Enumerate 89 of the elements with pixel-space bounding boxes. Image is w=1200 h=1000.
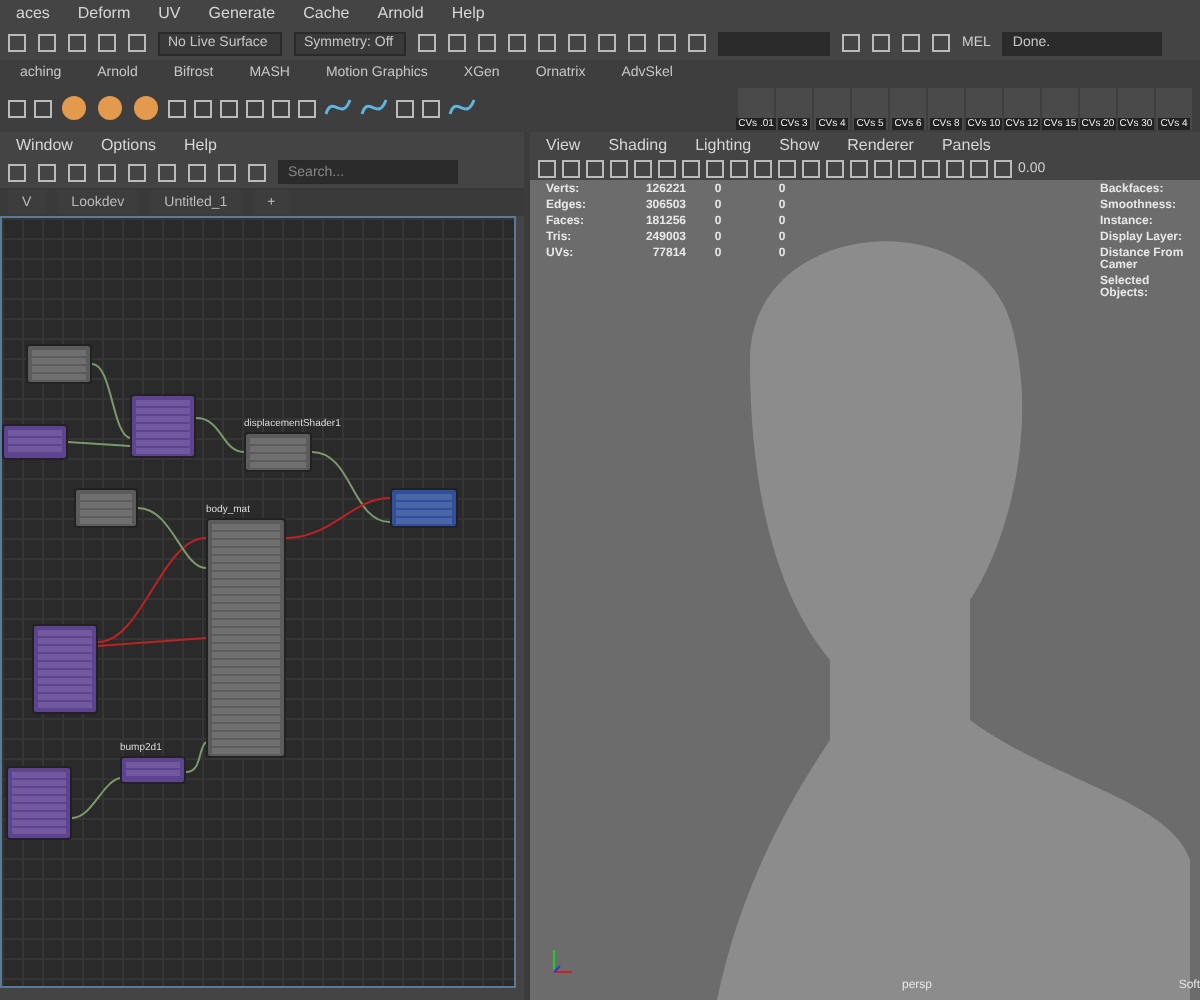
square-icon[interactable] xyxy=(508,34,526,52)
menu-item[interactable]: Shading xyxy=(600,135,676,153)
menu-item[interactable]: Window xyxy=(8,135,81,153)
square-icon[interactable] xyxy=(902,34,920,52)
square-icon[interactable] xyxy=(598,34,616,52)
square-icon[interactable] xyxy=(38,163,56,181)
square-icon[interactable] xyxy=(298,99,316,117)
square-icon[interactable] xyxy=(422,99,440,117)
square-icon[interactable] xyxy=(8,163,26,181)
square-icon[interactable] xyxy=(826,159,844,177)
square-icon[interactable] xyxy=(850,159,868,177)
menu-item[interactable]: Show xyxy=(771,135,828,153)
square-icon[interactable] xyxy=(194,99,212,117)
shader-node[interactable] xyxy=(26,344,92,384)
sphere-icon[interactable] xyxy=(60,94,88,122)
square-icon[interactable] xyxy=(730,159,748,177)
square-icon[interactable] xyxy=(128,163,146,181)
square-icon[interactable] xyxy=(8,99,26,117)
square-icon[interactable] xyxy=(168,99,186,117)
square-icon[interactable] xyxy=(658,34,676,52)
square-icon[interactable] xyxy=(658,159,676,177)
square-icon[interactable] xyxy=(634,159,652,177)
square-icon[interactable] xyxy=(872,34,890,52)
square-icon[interactable] xyxy=(8,34,26,52)
shader-node[interactable] xyxy=(244,432,312,472)
square-icon[interactable] xyxy=(568,34,586,52)
input-field[interactable] xyxy=(718,31,830,55)
square-icon[interactable] xyxy=(218,163,236,181)
square-icon[interactable] xyxy=(802,159,820,177)
menu-item[interactable]: Help xyxy=(443,4,493,22)
menu-item[interactable]: Generate xyxy=(200,4,284,22)
menu-item[interactable]: Options xyxy=(92,135,165,153)
menu-item[interactable]: aces xyxy=(8,4,58,22)
shader-node[interactable] xyxy=(2,424,68,460)
square-icon[interactable] xyxy=(994,159,1012,177)
square-icon[interactable] xyxy=(220,99,238,117)
menu-item[interactable]: Renderer xyxy=(839,135,922,153)
square-icon[interactable] xyxy=(418,34,436,52)
menu-item[interactable]: Panels xyxy=(933,135,999,153)
square-icon[interactable] xyxy=(946,159,964,177)
shader-node[interactable] xyxy=(206,518,286,758)
shader-node[interactable] xyxy=(6,766,72,840)
square-icon[interactable] xyxy=(688,34,706,52)
square-icon[interactable] xyxy=(922,159,940,177)
square-icon[interactable] xyxy=(898,159,916,177)
square-icon[interactable] xyxy=(586,159,604,177)
axis-icon xyxy=(550,948,574,976)
square-icon[interactable] xyxy=(248,163,266,181)
menu-item[interactable]: View xyxy=(538,135,589,153)
menu-item[interactable]: Cache xyxy=(295,4,358,22)
square-icon[interactable] xyxy=(396,99,414,117)
square-icon[interactable] xyxy=(128,34,146,52)
square-icon[interactable] xyxy=(778,159,796,177)
sphere-icon[interactable] xyxy=(132,94,160,122)
square-icon[interactable] xyxy=(538,34,556,52)
square-icon[interactable] xyxy=(682,159,700,177)
square-icon[interactable] xyxy=(448,34,466,52)
shader-node[interactable] xyxy=(32,624,98,714)
square-icon[interactable] xyxy=(68,163,86,181)
square-icon[interactable] xyxy=(98,34,116,52)
menu-item[interactable]: Arnold xyxy=(369,4,432,22)
shader-node[interactable] xyxy=(390,488,458,528)
menu-item[interactable]: Help xyxy=(176,135,225,153)
square-icon[interactable] xyxy=(68,34,86,52)
square-icon[interactable] xyxy=(706,159,724,177)
square-icon[interactable] xyxy=(874,159,892,177)
shader-node[interactable] xyxy=(120,756,186,784)
square-icon[interactable] xyxy=(932,34,950,52)
menu-item[interactable]: Lighting xyxy=(687,135,760,153)
square-icon[interactable] xyxy=(34,99,52,117)
square-icon[interactable] xyxy=(538,159,556,177)
square-icon[interactable] xyxy=(610,159,628,177)
sphere-icon[interactable] xyxy=(96,94,124,122)
shader-node[interactable] xyxy=(74,488,138,528)
square-icon[interactable] xyxy=(98,163,116,181)
shader-node[interactable] xyxy=(130,394,196,458)
square-icon[interactable] xyxy=(754,159,772,177)
menu-item[interactable]: Deform xyxy=(69,4,139,22)
square-icon[interactable] xyxy=(842,34,860,52)
square-icon[interactable] xyxy=(188,163,206,181)
square-icon[interactable] xyxy=(158,163,176,181)
square-icon[interactable] xyxy=(272,99,290,117)
square-icon[interactable] xyxy=(628,34,646,52)
square-icon[interactable] xyxy=(38,34,56,52)
menu-item[interactable]: UV xyxy=(150,4,189,22)
square-icon[interactable] xyxy=(970,159,988,177)
square-icon[interactable] xyxy=(478,34,496,52)
square-icon[interactable] xyxy=(562,159,580,177)
square-icon[interactable] xyxy=(246,99,264,117)
